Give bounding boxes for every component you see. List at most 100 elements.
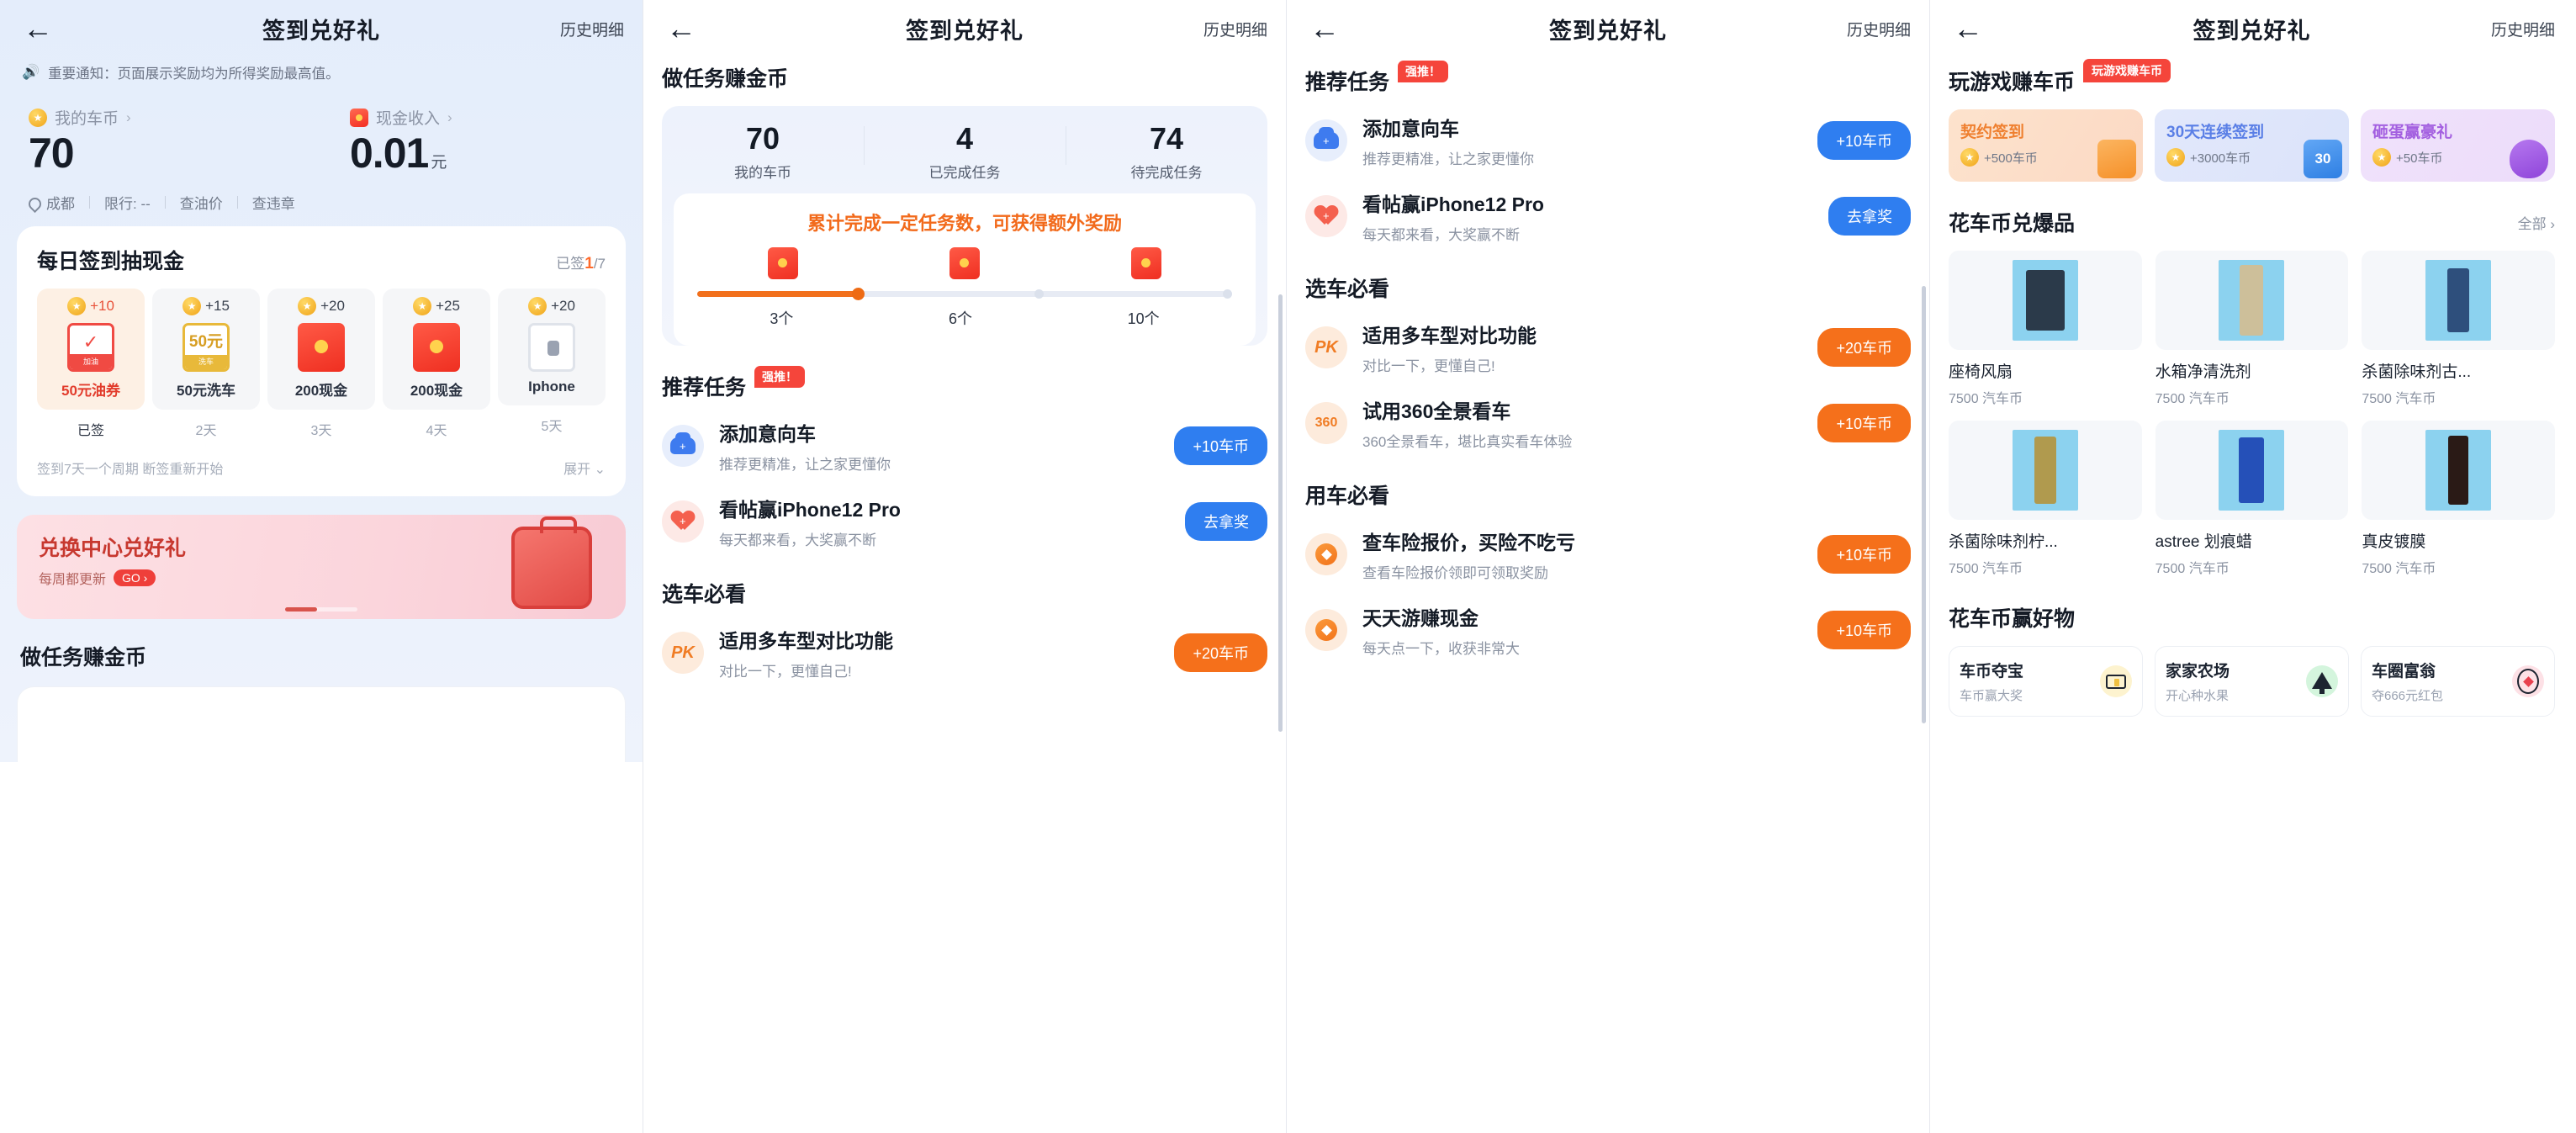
stat-value: 4 (955, 121, 974, 156)
panel-overview: ← 签到兑好礼 历史明细 🔊 重要通知：页面展示奖励均为所得奖励最高值。 ★ 我… (0, 0, 643, 1133)
coin-balance-label-row: ★ 我的车币 › (29, 106, 321, 129)
task-row[interactable]: 天天游赚现金 每天点一下，收获非常大 +10车币 (1305, 585, 1911, 661)
task-row[interactable]: PK 适用多车型对比功能 对比一下，更懂自己! +20车币 (662, 608, 1267, 684)
city-item[interactable]: 成都 (25, 192, 89, 214)
carousel-indicator[interactable] (285, 607, 357, 612)
signin-day[interactable]: ★ +20 200现金 3天 (267, 289, 375, 439)
signin-reward: ★ +10 (40, 297, 141, 315)
product-card[interactable]: 真皮镀膜 7500 汽车币 (2362, 421, 2555, 577)
task-action-button[interactable]: +10车币 (1174, 426, 1267, 465)
task-action-button[interactable]: +10车币 (1817, 121, 1911, 160)
coin-icon: ★ (29, 108, 47, 127)
wash-badge: 洗车 (185, 355, 227, 369)
product-card[interactable]: 杀菌除味剂柠... 7500 汽车币 (1949, 421, 2142, 577)
banner-subtitle: 每周都更新 (39, 573, 107, 587)
product-name: 座椅风扇 (1949, 363, 2013, 381)
progress-knob (851, 288, 865, 300)
task-action-button[interactable]: 去拿奖 (1185, 502, 1267, 541)
gem-shape (2517, 669, 2539, 694)
plus-sign: + (680, 515, 686, 527)
win-card[interactable]: 家家农场 开心种水果 (2155, 646, 2349, 717)
progress-track[interactable] (697, 288, 1232, 300)
signin-reward: ★ +25 (386, 297, 487, 315)
egg-hammer-icon (2510, 140, 2548, 178)
signin-day-label: 4天 (426, 424, 447, 438)
history-detail-link[interactable]: 历史明细 (560, 18, 624, 40)
win-card-desc: 车币赢大奖 (1960, 689, 2023, 703)
signin-day[interactable]: ★ +15 50元 洗车 50元洗车 2天 (152, 289, 260, 439)
progress-headline: 累计完成一定任务数，可获得额外奖励 (807, 213, 1122, 234)
task-row[interactable]: 360 试用360全景看车 360全景看车，堪比真实看车体验 +10车币 (1305, 379, 1911, 454)
violation-item[interactable]: 查违章 (238, 192, 309, 213)
view-all-button[interactable]: 全部 › (2518, 212, 2555, 233)
product-card[interactable]: 杀菌除味剂古... 7500 汽车币 (2362, 251, 2555, 407)
progress-node (1223, 289, 1232, 299)
win-section-header: 花车币赢好物 (1949, 602, 2555, 633)
cash-balance[interactable]: 现金收入 › 0.01 元 (321, 106, 643, 177)
task-action-button[interactable]: +20车币 (1174, 633, 1267, 672)
win-card-desc: 开心种水果 (2166, 689, 2230, 703)
task-body: 添加意向车 推荐更精准，让之家更懂你 (719, 418, 1159, 474)
product-card[interactable]: astree 划痕蜡 7500 汽车币 (2155, 421, 2349, 577)
game-banner[interactable]: 30天连续签到 ★ +3000车币 30 (2155, 109, 2349, 182)
win-card-title: 车圈富翁 (2372, 663, 2436, 680)
use-car-title: 用车必看 (1305, 484, 1390, 508)
task-action-button[interactable]: 去拿奖 (1828, 197, 1911, 236)
coin-icon: ★ (528, 297, 547, 315)
signin-footer: 签到7天一个周期 断签重新开始 展开 ⌄ (37, 458, 606, 478)
360-icon: 360 (1305, 402, 1347, 444)
product-card[interactable]: 座椅风扇 7500 汽车币 (1949, 251, 2142, 407)
history-detail-link[interactable]: 历史明细 (1203, 18, 1267, 40)
task-action-button[interactable]: +20车币 (1817, 328, 1911, 367)
diamond-shape (1315, 543, 1337, 565)
history-detail-link[interactable]: 历史明细 (1847, 18, 1911, 40)
win-card[interactable]: 车币夺宝 车币赢大奖 (1949, 646, 2143, 717)
scrollbar[interactable] (1278, 294, 1283, 732)
scrollbar[interactable] (1922, 286, 1926, 723)
heart-shape: + (672, 511, 694, 532)
task-row[interactable]: + 看帖赢iPhone12 Pro 每天都来看，大奖赢不断 去拿奖 (1305, 172, 1911, 247)
choose-car-title: 选车必看 (1305, 278, 1390, 301)
task-action-button[interactable]: +10车币 (1817, 611, 1911, 649)
win-card[interactable]: 车圈富翁 夺666元红包 (2361, 646, 2555, 717)
game-banner-title: 砸蛋赢豪礼 (2372, 124, 2453, 141)
task-row[interactable]: + 添加意向车 推荐更精准，让之家更懂你 +10车币 (1305, 96, 1911, 172)
hot-badge: 强推！ (1398, 61, 1449, 82)
task-row[interactable]: + 添加意向车 推荐更精准，让之家更懂你 +10车币 (662, 401, 1267, 477)
exchange-center-banner[interactable]: 兑换中心兑好礼 每周都更新 GO › (17, 515, 626, 619)
task-row[interactable]: + 看帖赢iPhone12 Pro 每天都来看，大奖赢不断 去拿奖 (662, 477, 1267, 553)
fuel-price-item[interactable]: 查油价 (166, 192, 237, 213)
task-row[interactable]: PK 适用多车型对比功能 对比一下，更懂自己! +20车币 (1305, 303, 1911, 379)
plus-sign: + (1323, 135, 1330, 147)
signin-day[interactable]: ★ +10 ✓ 加油 50元油券 已签 (37, 289, 145, 439)
history-detail-link[interactable]: 历史明细 (2491, 18, 2555, 40)
task-body: 查车险报价，买险不吃亏 查看车险报价领即可领取奖励 (1362, 527, 1802, 582)
panel2-content: 做任务赚金币 70 我的车币 4 已完成任务 74 待完成任务 累计完成一定任务… (643, 57, 1286, 684)
signin-day[interactable]: ★ +25 200现金 4天 (383, 289, 490, 439)
product-photo (2012, 430, 2078, 511)
expand-button[interactable]: 展开 ⌄ (563, 458, 606, 478)
signin-day-label: 已签 (77, 424, 104, 438)
product-image (2155, 251, 2349, 350)
treasure-chest-icon (2100, 665, 2132, 697)
game-banner[interactable]: 砸蛋赢豪礼 ★ +50车币 (2361, 109, 2555, 182)
product-price: 7500 汽车币 (1949, 562, 2023, 576)
task-action-button[interactable]: +10车币 (1817, 404, 1911, 442)
task-row[interactable]: 查车险报价，买险不吃亏 查看车险报价领即可领取奖励 +10车币 (1305, 510, 1911, 585)
coin-balance[interactable]: ★ 我的车币 › 70 (0, 106, 321, 177)
banner-go-button[interactable]: GO › (114, 569, 156, 586)
win-card-text: 车圈富翁 夺666元红包 (2372, 659, 2443, 704)
limit-item[interactable]: 限行: -- (90, 192, 165, 213)
game-banner[interactable]: 契约签到 ★ +500车币 (1949, 109, 2143, 182)
task-desc: 推荐更精准，让之家更懂你 (1362, 151, 1534, 167)
page-title: 签到兑好礼 (2193, 18, 2311, 44)
task-action-button[interactable]: +10车币 (1817, 535, 1911, 574)
use-car-section: 用车必看 查车险报价，买险不吃亏 查看车险报价领即可领取奖励 +10车币 天天游… (1305, 479, 1911, 661)
task-desc: 360全景看车，堪比真实看车体验 (1362, 434, 1573, 450)
signin-day[interactable]: ★ +20 Iphone 5天 (498, 289, 606, 439)
cash-balance-label-row: 现金收入 › (350, 106, 643, 129)
signin-reward-text: +20 (551, 298, 575, 314)
product-card[interactable]: 水箱净清洗剂 7500 汽车币 (2155, 251, 2349, 407)
task-body: 适用多车型对比功能 对比一下，更懂自己! (1362, 320, 1802, 375)
coin-icon: ★ (67, 297, 87, 315)
